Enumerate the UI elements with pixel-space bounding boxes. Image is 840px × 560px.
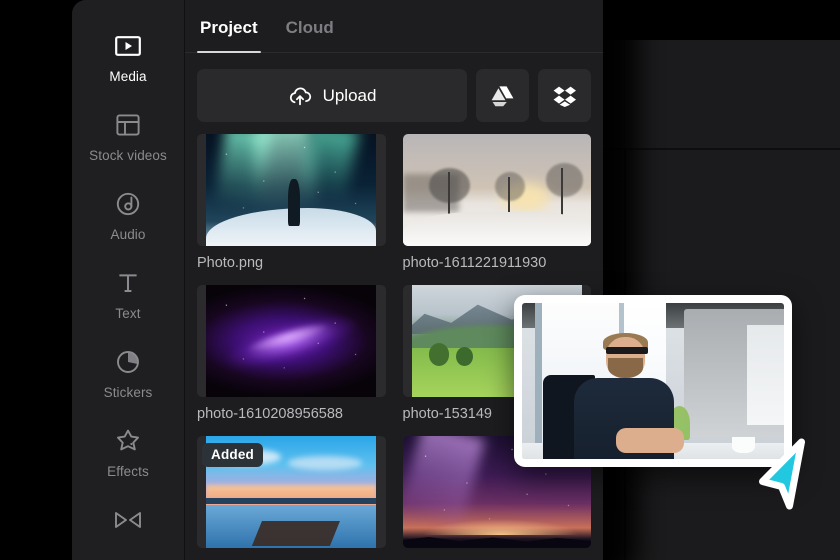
arrow-cursor: [756, 438, 822, 517]
app-window: Media Stock videos Audio Text Stickers E…: [72, 0, 603, 560]
content-panel: Project Cloud Upload Photo.png photo-161…: [185, 0, 603, 560]
preview-card[interactable]: [514, 295, 792, 467]
upload-button-label: Upload: [322, 85, 377, 105]
effects-icon: [115, 426, 141, 456]
status-badge: Added: [202, 443, 263, 467]
transitions-icon: [114, 505, 142, 535]
sidebar: Media Stock videos Audio Text Stickers E…: [72, 0, 185, 560]
sidebar-item-label: Stock videos: [89, 148, 167, 163]
cloud-upload-icon: [288, 86, 312, 106]
stickers-icon: [116, 347, 140, 377]
upload-button[interactable]: Upload: [197, 69, 467, 122]
tab-project[interactable]: Project: [197, 18, 261, 53]
media-item[interactable]: photo-1610208956588: [197, 285, 386, 422]
media-item-name: photo-1610208956588: [197, 406, 343, 422]
text-icon: [116, 268, 140, 298]
sidebar-item-label: Stickers: [103, 385, 153, 400]
sidebar-item-label: Media: [109, 69, 147, 84]
sidebar-item-stickers[interactable]: Stickers: [72, 338, 184, 409]
thumbnail-image: [402, 134, 591, 246]
sidebar-item-label: Text: [115, 306, 141, 321]
google-drive-button[interactable]: [476, 69, 529, 122]
media-icon: [115, 31, 141, 61]
sidebar-item-label: Audio: [110, 227, 146, 242]
stock-videos-icon: [116, 110, 140, 140]
media-item[interactable]: Added: [197, 436, 386, 548]
media-thumbnail[interactable]: [402, 134, 591, 246]
media-thumbnail[interactable]: [197, 134, 386, 246]
media-item-name: Photo.png: [197, 255, 264, 271]
sidebar-item-label: Effects: [107, 464, 149, 479]
sidebar-item-stock-videos[interactable]: Stock videos: [72, 101, 184, 172]
tab-bar: Project Cloud: [185, 0, 603, 53]
sidebar-item-transitions[interactable]: [72, 496, 184, 535]
media-item[interactable]: photo-1611221911930: [402, 134, 591, 271]
preview-card-image: [522, 303, 784, 459]
audio-icon: [116, 189, 140, 219]
media-item[interactable]: Photo.png: [197, 134, 386, 271]
sidebar-item-text[interactable]: Text: [72, 259, 184, 330]
thumbnail-image: [206, 285, 377, 397]
google-drive-icon: [491, 85, 515, 107]
sidebar-item-effects[interactable]: Effects: [72, 417, 184, 488]
media-item-name: photo-1611221911930: [402, 255, 547, 271]
dropbox-button[interactable]: [538, 69, 591, 122]
thumbnail-image: [206, 134, 377, 246]
dropbox-icon: [553, 85, 577, 107]
screenshot-root: Media Stock videos Audio Text Stickers E…: [0, 0, 840, 560]
media-thumbnail[interactable]: [197, 285, 386, 397]
tab-cloud[interactable]: Cloud: [283, 18, 337, 52]
upload-toolbar: Upload: [185, 53, 603, 122]
sidebar-item-media[interactable]: Media: [72, 22, 184, 93]
sidebar-item-audio[interactable]: Audio: [72, 180, 184, 251]
